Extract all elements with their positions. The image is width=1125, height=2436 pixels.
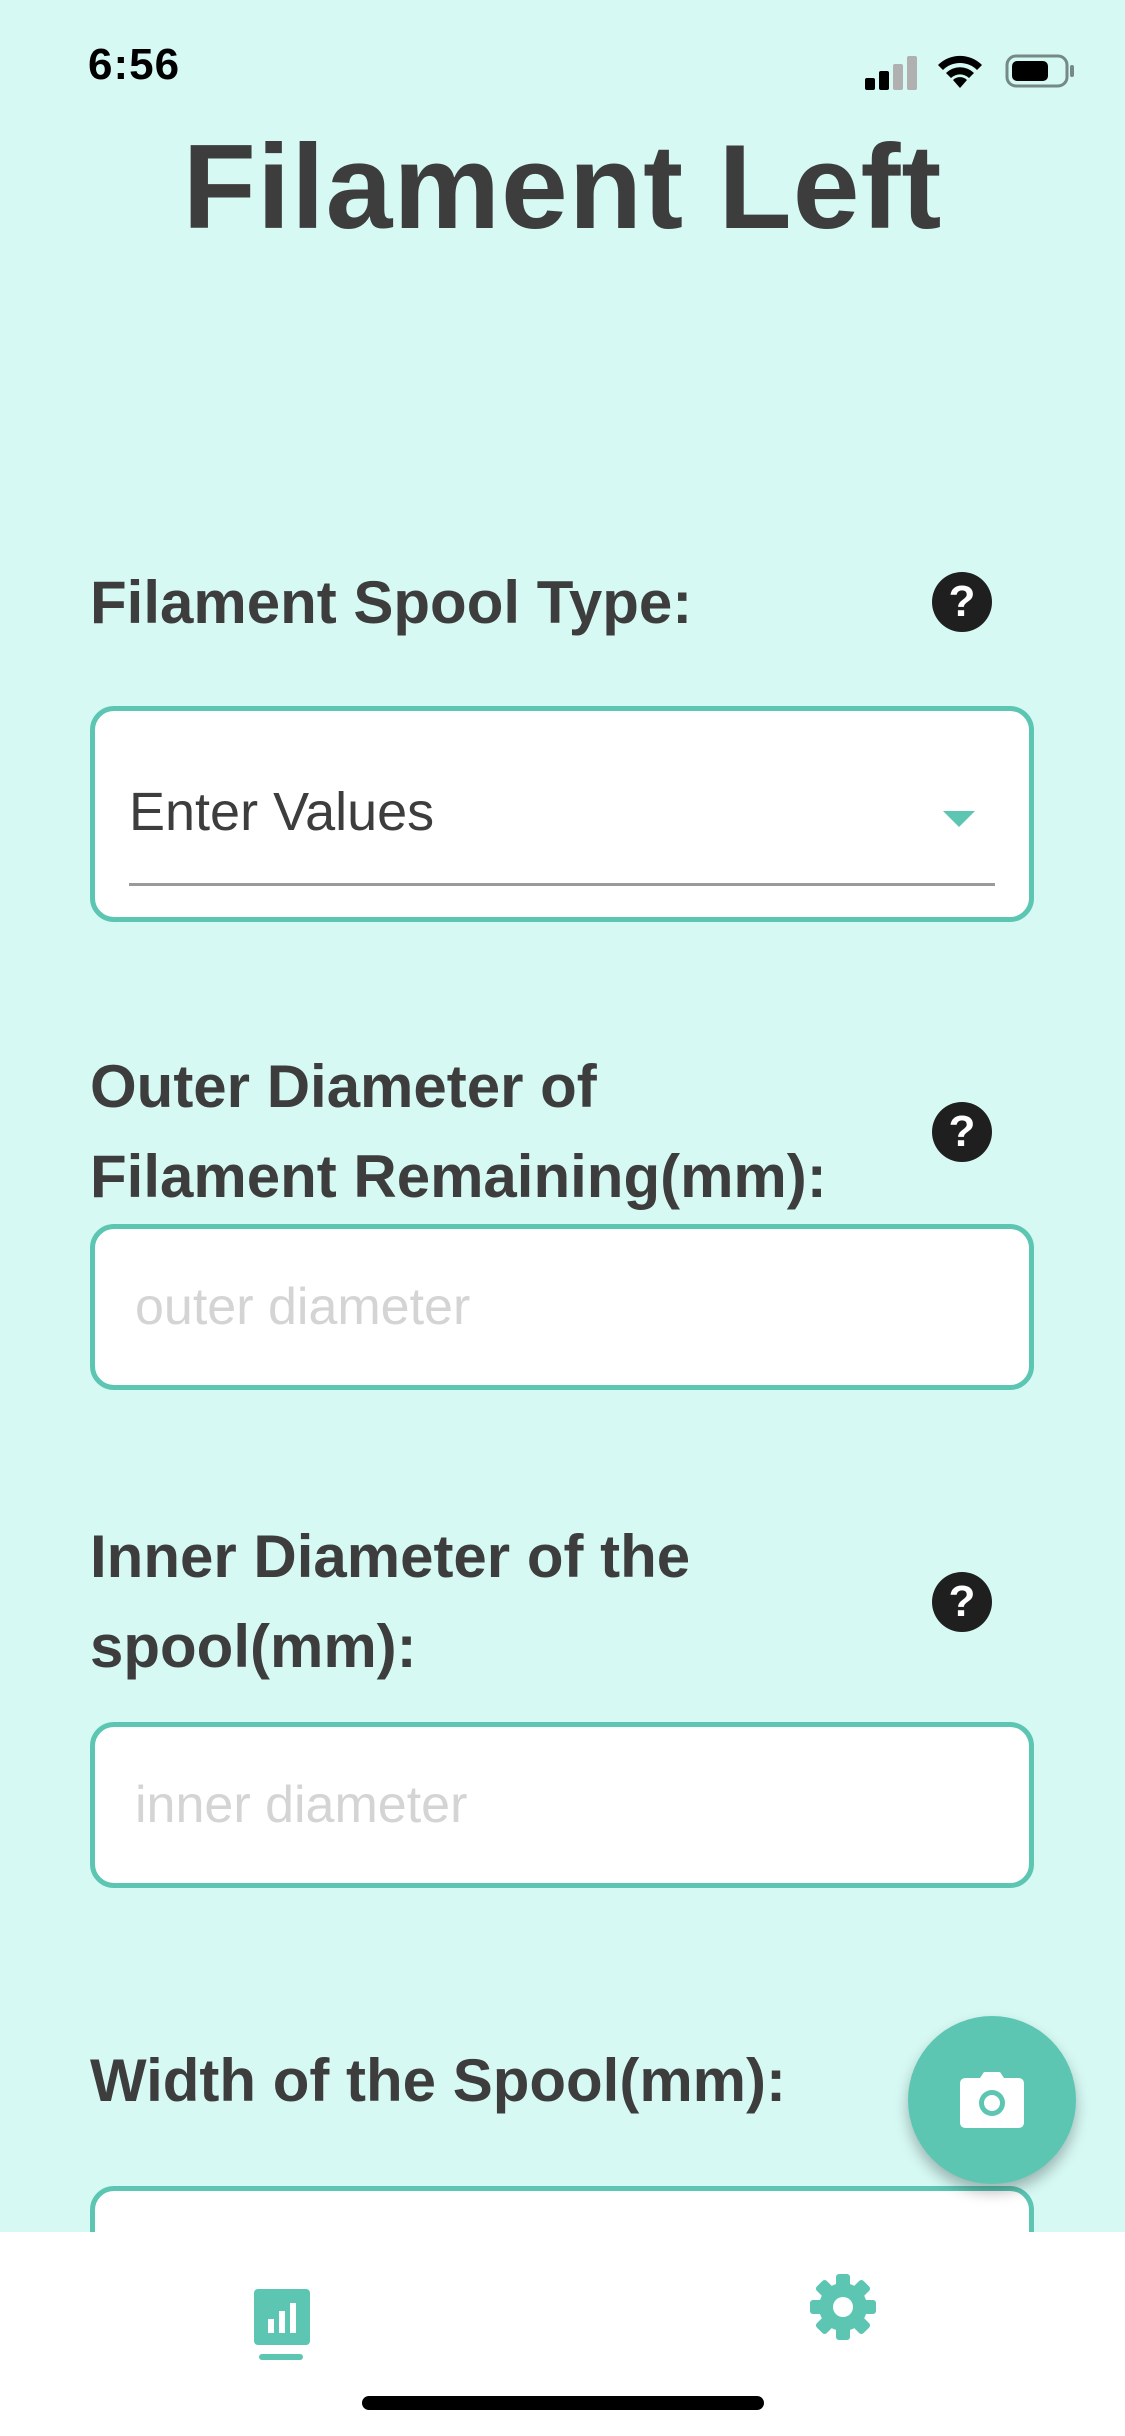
active-tab-indicator bbox=[259, 2354, 303, 2360]
camera-icon bbox=[960, 2072, 1024, 2128]
status-icons bbox=[865, 48, 1085, 92]
outer-diameter-label-line1: Outer Diameter of bbox=[90, 1053, 597, 1120]
gear-icon[interactable] bbox=[808, 2272, 878, 2342]
outer-diameter-help-icon[interactable]: ? bbox=[932, 1102, 992, 1162]
dropdown-arrow-icon bbox=[943, 811, 975, 827]
spool-type-dropdown[interactable]: Enter Values bbox=[90, 706, 1034, 922]
status-time: 6:56 bbox=[88, 40, 181, 89]
spool-width-label: Width of the Spool(mm): bbox=[90, 2047, 786, 2114]
inner-diameter-help-icon[interactable]: ? bbox=[932, 1572, 992, 1632]
outer-diameter-input[interactable] bbox=[95, 1229, 1029, 1385]
screen: 6:56 Filament Left Filament Spool Type: … bbox=[0, 0, 1125, 2436]
outer-diameter-field bbox=[90, 1224, 1034, 1390]
signal-icon bbox=[865, 56, 921, 90]
wifi-icon bbox=[938, 55, 982, 88]
spool-type-label: Filament Spool Type: bbox=[90, 569, 693, 636]
bar-chart-icon[interactable] bbox=[242, 2272, 322, 2362]
spool-type-help-icon[interactable]: ? bbox=[932, 572, 992, 632]
inner-diameter-label-line2: spool(mm): bbox=[90, 1613, 417, 1680]
outer-diameter-label-line2: Filament Remaining(mm): bbox=[90, 1143, 827, 1210]
battery-icon bbox=[1005, 54, 1074, 88]
inner-diameter-input[interactable] bbox=[95, 1727, 1029, 1883]
dropdown-underline bbox=[129, 883, 995, 886]
spool-type-value: Enter Values bbox=[129, 782, 435, 842]
home-indicator bbox=[362, 2396, 764, 2410]
inner-diameter-label-line1: Inner Diameter of the bbox=[90, 1523, 691, 1590]
inner-diameter-field bbox=[90, 1722, 1034, 1888]
page-title: Filament Left bbox=[182, 120, 943, 254]
camera-button[interactable] bbox=[908, 2016, 1076, 2184]
